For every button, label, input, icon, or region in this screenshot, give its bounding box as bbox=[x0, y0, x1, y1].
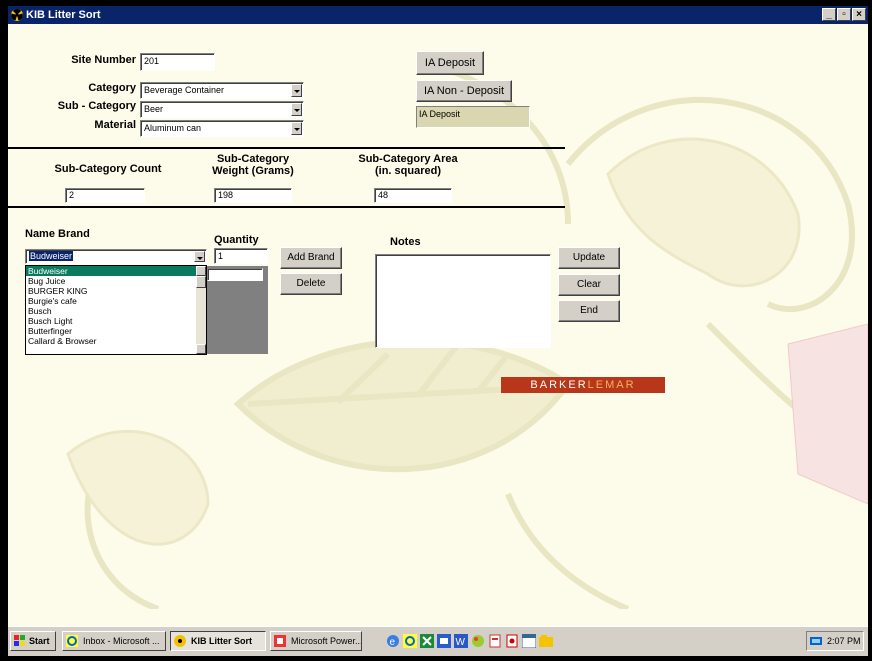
explorer-icon[interactable] bbox=[539, 634, 553, 648]
add-brand-button[interactable]: Add Brand bbox=[280, 247, 342, 269]
delete-button[interactable]: Delete bbox=[280, 273, 342, 295]
quantity-input[interactable]: 1 bbox=[214, 248, 268, 264]
logo-part1: BARKER bbox=[530, 379, 588, 391]
site-number-input[interactable]: 201 bbox=[140, 53, 215, 71]
brand-list-item[interactable]: Butterfinger bbox=[26, 326, 206, 336]
subcategory-value: Beer bbox=[144, 104, 164, 114]
ia-non-deposit-button[interactable]: IA Non - Deposit bbox=[416, 80, 512, 102]
brand-list-item[interactable]: Burgie's cafe bbox=[26, 296, 206, 306]
outlook-icon bbox=[66, 635, 78, 647]
document-icon[interactable] bbox=[488, 634, 502, 648]
start-button[interactable]: Start bbox=[10, 631, 56, 651]
site-number-label: Site Number bbox=[71, 54, 136, 66]
task-kib-litter-sort[interactable]: KIB Litter Sort bbox=[170, 631, 266, 651]
scroll-up-icon[interactable] bbox=[196, 266, 206, 276]
system-tray: 2:07 PM bbox=[806, 631, 864, 651]
close-button[interactable]: × bbox=[852, 8, 866, 21]
paint-icon[interactable] bbox=[471, 634, 485, 648]
windows-logo-icon bbox=[14, 635, 25, 646]
name-brand-label: Name Brand bbox=[25, 228, 90, 240]
weight-label: Sub-Category Weight (Grams) bbox=[198, 153, 308, 177]
name-brand-list[interactable]: Budweiser Bug Juice BURGER KING Burgie's ca… bbox=[25, 265, 207, 355]
divider-middle bbox=[8, 206, 565, 208]
clock: 2:07 PM bbox=[827, 636, 861, 646]
radiation-icon bbox=[11, 9, 23, 21]
category-value: Beverage Container bbox=[144, 85, 225, 95]
divider-top bbox=[8, 147, 565, 149]
material-value: Aluminum can bbox=[144, 123, 202, 133]
count-input[interactable]: 2 bbox=[65, 188, 145, 203]
clear-button[interactable]: Clear bbox=[558, 274, 620, 296]
deposit-status-field: IA Deposit bbox=[416, 106, 530, 128]
task-inbox[interactable]: Inbox - Microsoft ... bbox=[62, 631, 166, 651]
scroll-down-icon[interactable] bbox=[196, 344, 206, 354]
area-label-line1: Sub-Category Area bbox=[358, 153, 458, 165]
restore-button[interactable]: ▫ bbox=[837, 8, 851, 21]
brand-list-item[interactable]: Budweiser bbox=[26, 266, 206, 276]
minimize-button[interactable]: _ bbox=[822, 8, 836, 21]
powerpoint-icon bbox=[274, 635, 286, 647]
radiation-icon bbox=[174, 635, 186, 647]
start-label: Start bbox=[29, 636, 50, 646]
excel-icon[interactable] bbox=[420, 634, 434, 648]
svg-text:e: e bbox=[390, 637, 396, 648]
chevron-down-icon[interactable] bbox=[291, 122, 302, 135]
weight-label-line1: Sub-Category bbox=[216, 153, 290, 165]
task-inbox-label: Inbox - Microsoft ... bbox=[83, 636, 160, 646]
task-powerpoint-label: Microsoft Power... bbox=[291, 636, 362, 646]
end-button[interactable]: End bbox=[558, 300, 620, 322]
logo-part2: LEMAR bbox=[587, 379, 636, 391]
notes-textarea[interactable] bbox=[375, 254, 551, 348]
chevron-down-icon[interactable] bbox=[291, 103, 302, 116]
window-title: KIB Litter Sort bbox=[26, 9, 101, 21]
name-brand-value: Budweiser bbox=[29, 251, 74, 261]
area-label: Sub-Category Area (in. squared) bbox=[353, 153, 463, 177]
task-kib-label: KIB Litter Sort bbox=[191, 636, 253, 646]
task-powerpoint[interactable]: Microsoft Power... bbox=[270, 631, 362, 651]
brand-list-item[interactable]: Busch Light bbox=[26, 316, 206, 326]
barker-lemar-logo: BARKERLEMAR bbox=[501, 377, 665, 393]
svg-text:W: W bbox=[456, 637, 466, 648]
brand-list-scrollbar[interactable] bbox=[196, 266, 206, 354]
material-label: Material bbox=[94, 119, 136, 131]
area-label-line2: (in. squared) bbox=[374, 165, 441, 177]
weight-input[interactable]: 198 bbox=[214, 188, 292, 203]
brand-list-item[interactable]: Callard & Browser bbox=[26, 336, 206, 346]
category-label: Category bbox=[88, 82, 136, 94]
count-label: Sub-Category Count bbox=[54, 163, 162, 175]
quantity-label: Quantity bbox=[214, 234, 259, 246]
acrobat-icon[interactable] bbox=[505, 634, 519, 648]
subcategory-label: Sub - Category bbox=[57, 100, 136, 112]
material-combo[interactable]: Aluminum can bbox=[140, 120, 304, 137]
outlook-icon[interactable] bbox=[403, 634, 417, 648]
category-combo[interactable]: Beverage Container bbox=[140, 82, 304, 99]
area-input[interactable]: 48 bbox=[374, 188, 452, 203]
access-icon[interactable] bbox=[437, 634, 451, 648]
ie-icon[interactable]: e bbox=[386, 634, 400, 648]
brand-list-item[interactable]: BURGER KING bbox=[26, 286, 206, 296]
word-icon[interactable]: W bbox=[454, 634, 468, 648]
calendar-icon[interactable] bbox=[522, 634, 536, 648]
ia-deposit-button[interactable]: IA Deposit bbox=[416, 51, 484, 75]
brand-list-item[interactable]: Busch bbox=[26, 306, 206, 316]
update-button[interactable]: Update bbox=[558, 247, 620, 269]
weight-label-line2: Weight (Grams) bbox=[212, 165, 294, 177]
taskbar: Start Inbox - Microsoft ... KIB Litter S… bbox=[8, 626, 868, 656]
scroll-thumb[interactable] bbox=[196, 276, 206, 288]
quantity-list-input[interactable] bbox=[207, 268, 263, 281]
name-brand-combo[interactable]: Budweiser bbox=[25, 249, 207, 264]
chevron-down-icon[interactable] bbox=[194, 251, 205, 262]
notes-label: Notes bbox=[390, 236, 421, 248]
subcategory-combo[interactable]: Beer bbox=[140, 101, 304, 118]
brand-list-item[interactable]: Bug Juice bbox=[26, 276, 206, 286]
chevron-down-icon[interactable] bbox=[291, 84, 302, 97]
app-window: KIB Litter Sort _ ▫ × Site Number 201 Ca… bbox=[8, 6, 868, 656]
title-bar: KIB Litter Sort _ ▫ × bbox=[8, 6, 868, 24]
network-icon bbox=[810, 637, 822, 645]
